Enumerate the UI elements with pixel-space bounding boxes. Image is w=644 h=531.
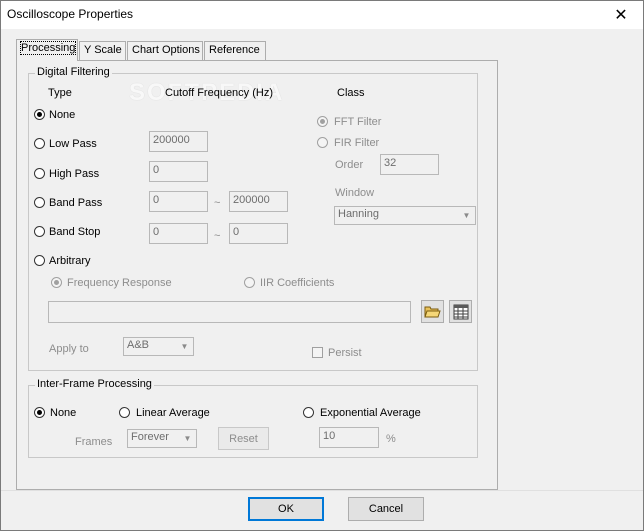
fir-filter-label: FIR Filter <box>334 137 380 149</box>
cancel-button-label: Cancel <box>368 503 404 515</box>
coefficient-file-path-field[interactable] <box>48 301 411 323</box>
exponential-average-radio[interactable] <box>303 407 314 418</box>
window-value: Hanning <box>338 208 379 220</box>
fft-filter-label: FFT Filter <box>334 116 382 128</box>
order-label: Order <box>335 159 364 171</box>
filter-band-pass-radio[interactable] <box>34 197 45 208</box>
tab-y-scale[interactable]: Y Scale <box>79 41 126 60</box>
chevron-down-icon: ▼ <box>183 434 192 443</box>
tab-processing-label: Processing <box>19 41 77 55</box>
inter-frame-none-radio[interactable] <box>34 407 45 418</box>
digital-filtering-title: Digital Filtering <box>35 66 112 78</box>
persist-checkbox[interactable] <box>312 347 323 358</box>
linear-average-radio[interactable] <box>119 407 130 418</box>
low-pass-cutoff-field[interactable]: 200000 <box>149 131 208 152</box>
filter-low-pass-radio[interactable] <box>34 138 45 149</box>
reset-button[interactable]: Reset <box>218 427 269 450</box>
type-header: Type <box>48 87 72 99</box>
cancel-button[interactable]: Cancel <box>348 497 424 521</box>
table-grid-icon <box>453 304 468 319</box>
close-icon: ✕ <box>614 7 628 24</box>
frames-dropdown[interactable]: Forever ▼ <box>127 429 197 448</box>
band-pass-low-field[interactable]: 0 <box>149 191 208 212</box>
filter-low-pass-label: Low Pass <box>49 138 97 150</box>
filter-high-pass-radio[interactable] <box>34 168 45 179</box>
apply-to-value: A&B <box>127 339 150 351</box>
tab-y-scale-label: Y Scale <box>84 44 122 56</box>
inter-frame-title: Inter-Frame Processing <box>35 378 154 390</box>
ok-button-label: OK <box>278 503 294 515</box>
tab-reference-label: Reference <box>209 44 260 56</box>
tab-chart-options[interactable]: Chart Options <box>127 41 203 60</box>
frequency-response-radio[interactable] <box>51 277 62 288</box>
band-stop-separator: ~ <box>214 230 221 242</box>
iir-coefficients-label: IIR Coefficients <box>260 277 335 289</box>
order-field[interactable]: 32 <box>380 154 439 175</box>
band-pass-high-field[interactable]: 200000 <box>229 191 288 212</box>
exponential-average-label: Exponential Average <box>320 407 421 419</box>
tab-reference[interactable]: Reference <box>204 41 266 60</box>
high-pass-cutoff-field[interactable]: 0 <box>149 161 208 182</box>
tab-chart-options-label: Chart Options <box>132 44 200 56</box>
filter-none-label: None <box>49 109 76 121</box>
filter-arbitrary-radio[interactable] <box>34 255 45 266</box>
iir-coefficients-radio[interactable] <box>244 277 255 288</box>
persist-label: Persist <box>328 347 362 359</box>
filter-high-pass-label: High Pass <box>49 168 100 180</box>
open-folder-icon <box>424 306 441 318</box>
window-label: Window <box>335 187 375 199</box>
reset-button-label: Reset <box>229 432 258 445</box>
frames-value: Forever <box>131 431 169 443</box>
footer-separator <box>1 490 643 491</box>
chevron-down-icon: ▼ <box>180 342 189 351</box>
exponential-average-field[interactable]: 10 <box>319 427 379 448</box>
tab-processing[interactable]: Processing <box>16 39 78 61</box>
fir-filter-radio[interactable] <box>317 137 328 148</box>
class-header: Class <box>337 87 365 99</box>
fft-filter-radio[interactable] <box>317 116 328 127</box>
window-title: Oscilloscope Properties <box>7 7 134 21</box>
apply-to-dropdown[interactable]: A&B ▼ <box>123 337 194 356</box>
open-file-button[interactable] <box>421 300 444 323</box>
filter-none-radio[interactable] <box>34 109 45 120</box>
title-bar: Oscilloscope Properties ✕ <box>1 1 643 29</box>
dialog-window: Oscilloscope Properties ✕ Processing Y S… <box>0 0 644 531</box>
ok-button[interactable]: OK <box>248 497 324 521</box>
filter-band-stop-label: Band Stop <box>49 226 101 238</box>
close-button[interactable]: ✕ <box>599 1 643 29</box>
apply-to-label: Apply to <box>49 343 89 355</box>
inter-frame-none-label: None <box>50 407 77 419</box>
band-pass-separator: ~ <box>214 197 221 209</box>
filter-band-pass-label: Band Pass <box>49 197 103 209</box>
frames-label: Frames <box>75 436 113 448</box>
edit-table-button[interactable] <box>449 300 472 323</box>
filter-arbitrary-label: Arbitrary <box>49 255 91 267</box>
frequency-response-label: Frequency Response <box>67 277 172 289</box>
chevron-down-icon: ▼ <box>462 211 471 220</box>
window-dropdown[interactable]: Hanning ▼ <box>334 206 476 225</box>
band-stop-low-field[interactable]: 0 <box>149 223 208 244</box>
cutoff-header: Cutoff Frequency (Hz) <box>165 87 274 99</box>
percent-label: % <box>386 433 396 445</box>
band-stop-high-field[interactable]: 0 <box>229 223 288 244</box>
filter-band-stop-radio[interactable] <box>34 226 45 237</box>
linear-average-label: Linear Average <box>136 407 210 419</box>
